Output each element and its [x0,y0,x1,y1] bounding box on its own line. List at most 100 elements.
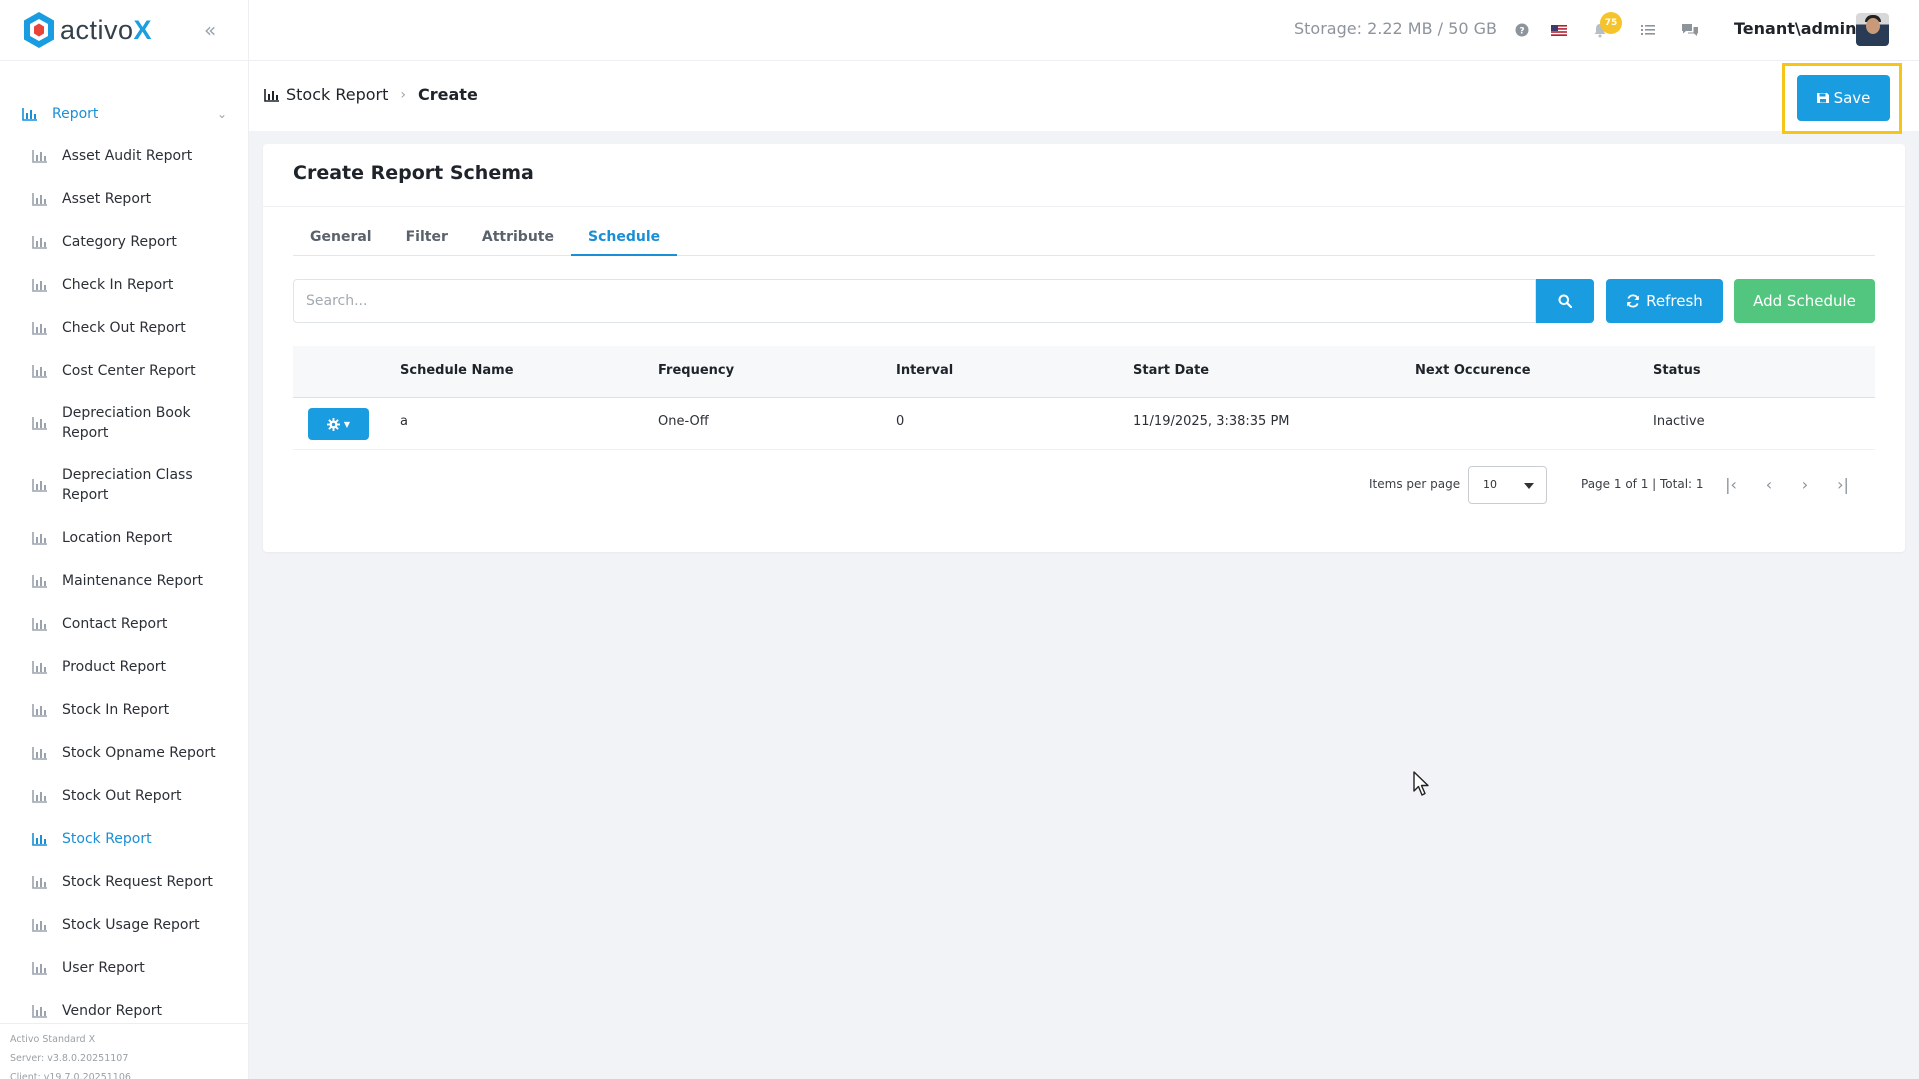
sidebar-item-label: Depreciation Book Report [62,405,191,441]
task-list-icon[interactable] [1636,18,1660,42]
tab-general[interactable]: General [293,226,389,256]
sidebar-item-label: Cost Center Report [62,362,196,379]
prev-page-icon[interactable]: ‹ [1757,472,1781,496]
sidebar-item-asset-audit-report[interactable]: Asset Audit Report [0,134,249,177]
sidebar-item-stock-usage-report[interactable]: Stock Usage Report [0,903,249,946]
chart-icon [32,531,47,545]
schedule-table: Schedule Name Frequency Interval Start D… [293,346,1875,450]
sidebar-item-stock-opname-report[interactable]: Stock Opname Report [0,731,249,774]
chart-icon [32,875,47,889]
chart-icon [32,321,47,335]
logo-text: activoX [60,14,153,45]
save-button[interactable]: Save [1797,75,1890,121]
save-label: Save [1833,89,1871,107]
chart-icon [32,192,47,206]
chart-icon [32,479,47,492]
help-icon[interactable]: ? [1510,18,1534,42]
next-page-icon[interactable]: › [1793,472,1817,496]
us-flag-icon[interactable] [1547,18,1571,42]
sidebar-item-label: Stock Usage Report [62,916,200,933]
sidebar-item-contact-report[interactable]: Contact Report [0,602,249,645]
activo-logo-icon [24,12,54,48]
page-info: Page 1 of 1 | Total: 1 [1581,477,1704,491]
sidebar-item-depreciation-class-report[interactable]: Depreciation Class Report [0,454,249,516]
last-page-icon[interactable]: ›| [1831,472,1855,496]
add-schedule-button[interactable]: Add Schedule [1734,279,1875,323]
cell-interval: 0 [896,414,905,429]
chart-icon [32,574,47,588]
sidebar-item-stock-request-report[interactable]: Stock Request Report [0,860,249,903]
col-schedule-name[interactable]: Schedule Name [400,363,514,378]
sidebar-item-stock-in-report[interactable]: Stock In Report [0,688,249,731]
sidebar-item-label: Maintenance Report [62,572,204,589]
collapse-sidebar-icon[interactable]: « [204,18,216,42]
product-name: Activo Standard X [10,1034,96,1045]
caret-down-icon: ▼ [343,419,351,429]
chart-icon [22,108,37,121]
sidebar-item-check-out-report[interactable]: Check Out Report [0,306,249,349]
refresh-button[interactable]: Refresh [1606,279,1723,323]
breadcrumb-root[interactable]: Stock Report [286,85,388,104]
chart-icon [32,918,47,932]
topbar: Storage: 2.22 MB / 50 GB ? 75 Tenant\adm… [249,0,1919,61]
sidebar-item-check-in-report[interactable]: Check In Report [0,263,249,306]
sidebar-item-stock-out-report[interactable]: Stock Out Report [0,774,249,817]
sidebar-item-label: User Report [62,959,145,976]
chart-icon [32,832,47,846]
dropdown-caret-icon [1524,483,1534,489]
sidebar-item-cost-center-report[interactable]: Cost Center Report [0,349,249,392]
col-interval[interactable]: Interval [896,363,953,378]
storage-usage: Storage: 2.22 MB / 50 GB [1294,19,1497,38]
card-title: Create Report Schema [293,162,534,184]
tab-schedule[interactable]: Schedule [570,226,678,256]
sidebar-item-product-report[interactable]: Product Report [0,645,249,688]
pagination: Items per page 10 Page 1 of 1 | Total: 1… [293,464,1875,504]
sidebar-item-user-report[interactable]: User Report [0,946,249,989]
tab-attribute[interactable]: Attribute [465,226,571,256]
chat-icon[interactable] [1678,18,1702,42]
col-frequency[interactable]: Frequency [658,363,734,378]
search-input[interactable] [293,279,1536,323]
sidebar-item-maintenance-report[interactable]: Maintenance Report [0,559,249,602]
tab-filter[interactable]: Filter [389,226,465,256]
sidebar-item-label: Product Report [62,658,167,675]
sidebar-item-label: Vendor Report [62,1002,163,1019]
sidebar-item-category-report[interactable]: Category Report [0,220,249,263]
row-actions-button[interactable]: ▼ [308,408,369,440]
chart-icon [32,746,47,760]
table-header: Schedule Name Frequency Interval Start D… [293,346,1875,398]
sidebar-item-location-report[interactable]: Location Report [0,516,249,559]
refresh-label: Refresh [1646,292,1703,310]
sidebar-item-asset-report[interactable]: Asset Report [0,177,249,220]
sidebar: activoX « Report ⌄ Asset Audit Report Ass… [0,0,249,1079]
sidebar-item-stock-report[interactable]: Stock Report [0,817,249,860]
cell-status: Inactive [1653,414,1705,429]
server-version: Server: v3.8.0.20251107 [10,1053,129,1064]
table-row: ▼ a One-Off 0 11/19/2025, 3:38:35 PM Ina… [293,398,1875,450]
sidebar-item-label: Stock Report [62,830,152,847]
logo-row: activoX « [0,0,248,61]
avatar[interactable] [1856,13,1889,46]
save-highlight: Save [1782,63,1902,134]
user-name[interactable]: Tenant\admin [1734,19,1857,38]
sidebar-item-label: Stock Opname Report [62,744,216,761]
sidebar-item-label: Asset Report [62,190,152,207]
floppy-disk-icon [1816,93,1829,103]
chart-icon [264,88,279,102]
sidebar-item-depreciation-book-report[interactable]: Depreciation Book Report [0,392,249,454]
sidebar-item-label: Location Report [62,529,173,546]
sidebar-item-label: Stock In Report [62,701,170,718]
sidebar-item-report[interactable]: Report ⌄ [0,94,249,134]
notification-bell-icon[interactable]: 75 [1588,12,1622,42]
col-status[interactable]: Status [1653,363,1701,378]
col-start-date[interactable]: Start Date [1133,363,1209,378]
items-per-page-value: 10 [1483,478,1497,491]
search-button[interactable] [1536,279,1594,323]
first-page-icon[interactable]: |‹ [1719,472,1743,496]
sidebar-item-label: Contact Report [62,615,168,632]
sidebar-item-label: Depreciation Class Report [62,467,193,503]
col-next-occurence[interactable]: Next Occurence [1415,363,1531,378]
items-per-page-select[interactable]: 10 [1468,466,1547,504]
breadcrumb: Stock Report › Create [264,85,478,104]
chart-icon [32,235,47,249]
